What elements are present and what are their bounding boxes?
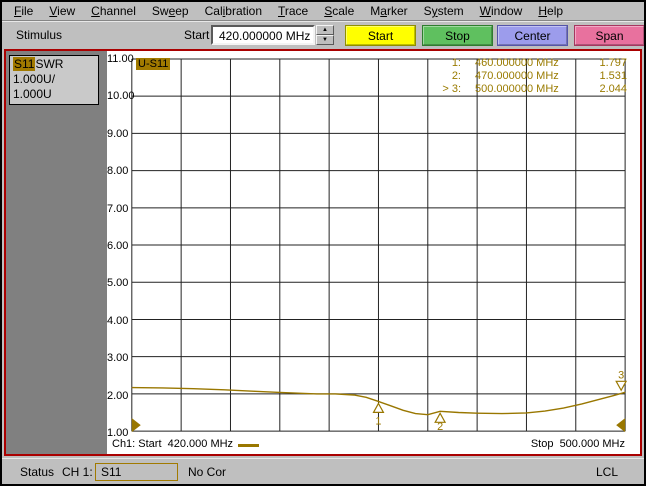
- measurement-window: S11SWR 1.000U/ 1.000U 1 2 3 11.00 10.00 9.00…: [4, 49, 642, 456]
- swr-chart: 1 2 3: [131, 58, 628, 433]
- lcl-status-label: LCL: [595, 465, 618, 479]
- stimulus-label: Stimulus: [16, 28, 63, 42]
- start-button[interactable]: Start: [345, 25, 416, 46]
- trace-param-label: S11: [13, 57, 36, 71]
- marker-readout-number: 1:: [451, 57, 461, 69]
- marker-2-number: 2: [437, 421, 443, 433]
- marker-readout-row: > 3: 500.000000 MHz 2.044: [421, 83, 627, 96]
- plot-title: U-S11: [136, 58, 171, 70]
- stop-button[interactable]: Stop: [422, 25, 493, 46]
- marker-readout-number: 2:: [451, 70, 461, 82]
- menu-scale[interactable]: Scale: [316, 3, 362, 19]
- menu-sweep[interactable]: Sweep: [144, 3, 197, 19]
- center-button[interactable]: Center: [497, 25, 568, 46]
- y-axis-tick-label: 5.00: [107, 277, 129, 290]
- marker-readout-value: 1.531: [599, 70, 627, 82]
- trace-reference-label: 1.000U: [13, 87, 52, 101]
- menu-marker[interactable]: Marker: [362, 3, 415, 19]
- y-axis-tick-label: 7.00: [107, 202, 129, 215]
- vna-app-window: File View Channel Sweep Calibration Trace Scal…: [0, 0, 646, 486]
- marker-readout-frequency: 470.000000 MHz: [475, 70, 559, 82]
- measurement-select-box[interactable]: S11: [95, 463, 178, 481]
- marker-readout-value: 1.797: [599, 57, 627, 69]
- y-axis-tick-label: 4.00: [107, 314, 129, 327]
- status-label: Status: [20, 465, 55, 479]
- start-frequency-input[interactable]: 420.000000 MHz: [211, 25, 315, 45]
- plot-panel: 1 2 3 11.00 10.00 9.00 8.00 7.00 6.00 5.00 4.00 3.…: [107, 51, 640, 454]
- span-button[interactable]: Span: [574, 25, 644, 46]
- menu-channel[interactable]: Channel: [83, 3, 144, 19]
- menu-trace[interactable]: Trace: [270, 3, 316, 19]
- stop-annotation: Stop 500.000 MHz: [530, 438, 625, 450]
- y-axis-tick-label: 11.00: [107, 53, 134, 65]
- menu-help[interactable]: Help: [530, 3, 571, 19]
- trace-format-label: SWR: [35, 57, 64, 71]
- marker-readout-frequency: 460.000000 MHz: [475, 57, 559, 69]
- spinner-up-button[interactable]: ▲: [316, 25, 334, 35]
- menu-window[interactable]: Window: [472, 3, 531, 19]
- trace-scale-label: 1.000U/: [13, 72, 56, 86]
- channel-label: CH 1:: [62, 465, 93, 479]
- marker-readout-number: > 3:: [442, 83, 461, 95]
- channel-start-annotation: Ch1: Start 420.000 MHz: [112, 438, 234, 450]
- y-axis-tick-label: 9.00: [107, 127, 129, 140]
- trace-color-swatch: [238, 444, 259, 447]
- marker-readout-value: 2.044: [599, 83, 627, 95]
- correction-status-label: No Cor: [188, 465, 227, 479]
- y-axis-tick-label: 8.00: [107, 165, 129, 178]
- menu-calibration[interactable]: Calibration: [197, 3, 270, 19]
- menu-view[interactable]: View: [41, 3, 83, 19]
- spinner-down-button[interactable]: ▼: [316, 35, 334, 45]
- stimulus-toolbar: Stimulus Start 420.000000 MHz ▲ ▼ Start …: [2, 22, 644, 48]
- menu-file[interactable]: File: [6, 3, 41, 19]
- marker-readout-row: 1: 460.000000 MHz 1.797: [421, 57, 627, 70]
- start-field-label: Start: [184, 28, 210, 42]
- trace-sidebar: S11SWR 1.000U/ 1.000U: [6, 51, 106, 454]
- trace-status-button[interactable]: S11SWR 1.000U/ 1.000U: [9, 55, 99, 105]
- menu-bar: File View Channel Sweep Calibration Trace Scal…: [2, 2, 644, 21]
- marker-1-number: 1: [375, 415, 381, 427]
- y-axis-tick-label: 6.00: [107, 240, 129, 252]
- marker-3-number: 3: [618, 369, 624, 381]
- status-bar: Status CH 1: S11 No Cor LCL: [2, 458, 644, 484]
- y-axis-tick-label: 2.00: [107, 389, 129, 402]
- y-axis-tick-label: 10.00: [107, 90, 135, 103]
- marker-readout: 1: 460.000000 MHz 1.797 2: 470.000000 MHz 1.5…: [421, 57, 627, 96]
- y-axis-tick-label: 3.00: [107, 352, 129, 365]
- start-arrow-icon: [131, 418, 141, 433]
- menu-system[interactable]: System: [416, 3, 472, 19]
- marker-1-icon: [372, 402, 385, 413]
- stop-arrow-icon: [616, 418, 626, 433]
- marker-readout-row: 2: 470.000000 MHz 1.531: [421, 70, 627, 83]
- marker-readout-frequency: 500.000000 MHz: [475, 83, 559, 95]
- frequency-spinner: ▲ ▼: [316, 25, 334, 45]
